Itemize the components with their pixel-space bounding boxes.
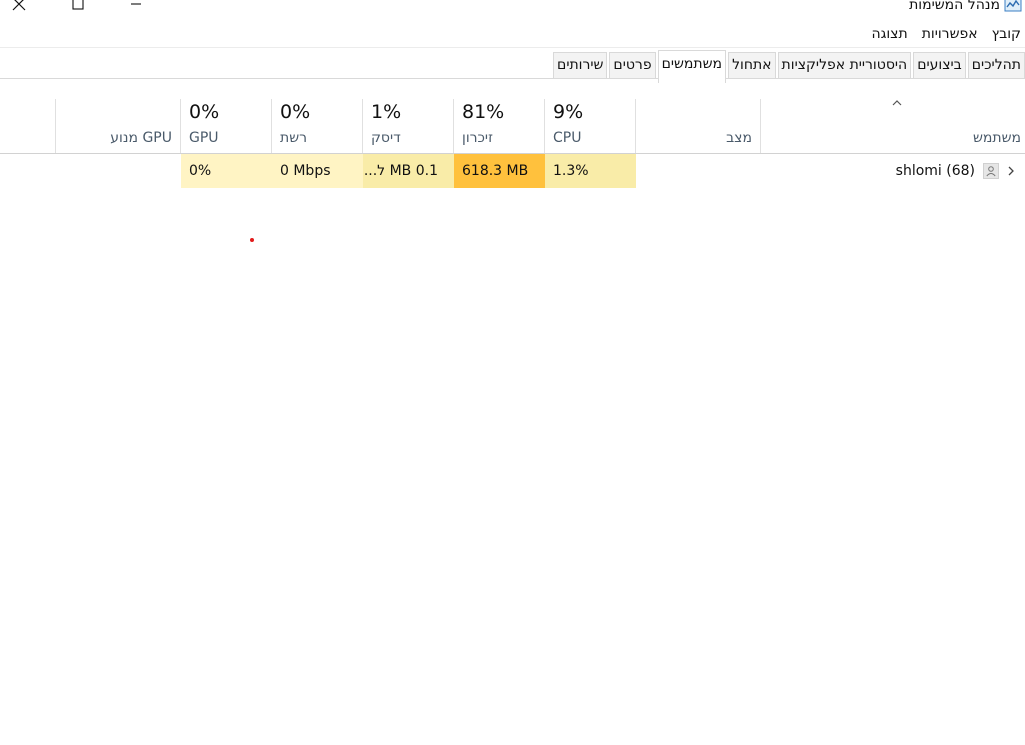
column-header-gpu-engine[interactable]: מנוע GPU bbox=[56, 99, 180, 153]
window-title-area: מנהל המשימות bbox=[909, 0, 1022, 15]
tab-processes[interactable]: תהליכים bbox=[967, 52, 1025, 78]
column-label-gpu-engine: מנוע GPU bbox=[110, 130, 172, 146]
column-label-user: משתמש bbox=[972, 130, 1021, 146]
cursor-marker bbox=[250, 238, 254, 242]
network-cell: 0 Mbps bbox=[272, 154, 363, 188]
column-label-disk: דיסק bbox=[371, 130, 401, 146]
network-total-percent: 0% bbox=[280, 101, 311, 123]
column-header-network[interactable]: 0% רשת bbox=[272, 99, 362, 153]
menu-bar: קובץ אפשרויות תצוגה bbox=[867, 24, 1025, 46]
tab-details[interactable]: פרטים bbox=[609, 52, 656, 78]
menu-file[interactable]: קובץ bbox=[988, 24, 1025, 46]
tab-services[interactable]: שירותים bbox=[553, 52, 608, 78]
menu-options[interactable]: אפשרויות bbox=[918, 24, 982, 46]
tab-startup[interactable]: אתחול bbox=[728, 52, 776, 78]
column-header-status[interactable]: מצב bbox=[636, 99, 760, 153]
disk-total-percent: 1% bbox=[371, 101, 402, 123]
memory-cell: 618.3 MB bbox=[454, 154, 545, 188]
task-manager-icon bbox=[1004, 0, 1022, 12]
memory-total-percent: 81% bbox=[462, 101, 505, 123]
column-label-memory: זיכרון bbox=[462, 130, 493, 146]
gpu-total-percent: 0% bbox=[189, 101, 220, 123]
user-name: shlomi (68) bbox=[895, 163, 975, 179]
gpu-cell: 0% bbox=[181, 154, 272, 188]
close-icon bbox=[12, 0, 26, 11]
close-button[interactable] bbox=[0, 0, 42, 18]
column-header-cpu[interactable]: 9% CPU bbox=[545, 99, 635, 153]
disk-cell: 0.1 MB ל... bbox=[363, 154, 454, 188]
sort-up-icon bbox=[892, 100, 902, 106]
column-header-gpu[interactable]: 0% GPU bbox=[181, 99, 271, 153]
cpu-total-percent: 9% bbox=[553, 101, 584, 123]
tab-strip: תהליכים ביצועים היסטוריית אפליקציות אתחו… bbox=[551, 50, 1025, 83]
maximize-icon bbox=[72, 0, 84, 10]
tab-strip-border bbox=[0, 78, 1025, 79]
column-header-disk[interactable]: 1% דיסק bbox=[363, 99, 453, 153]
column-header-memory[interactable]: 81% זיכרון bbox=[454, 99, 544, 153]
column-label-gpu: GPU bbox=[189, 130, 219, 146]
title-bar: מנהל המשימות bbox=[0, 0, 1025, 22]
window-title: מנהל המשימות bbox=[909, 0, 1000, 13]
maximize-button[interactable] bbox=[55, 0, 101, 18]
column-label-cpu: CPU bbox=[553, 130, 582, 146]
user-cell: shlomi (68) bbox=[896, 161, 1015, 181]
user-icon bbox=[983, 163, 999, 179]
disk-cell-value: 0.1 MB ל... bbox=[363, 163, 438, 179]
tab-users[interactable]: משתמשים bbox=[657, 50, 727, 83]
menu-divider bbox=[0, 47, 1025, 48]
minimize-icon bbox=[131, 3, 141, 5]
cpu-cell: 1.3% bbox=[545, 154, 636, 188]
minimize-button[interactable] bbox=[113, 0, 159, 18]
column-header-user[interactable]: משתמש bbox=[761, 99, 1025, 153]
chevron-right-icon[interactable] bbox=[1007, 165, 1015, 177]
tab-performance[interactable]: ביצועים bbox=[913, 52, 966, 78]
column-label-network: רשת bbox=[280, 130, 308, 146]
tab-app-history[interactable]: היסטוריית אפליקציות bbox=[777, 52, 912, 78]
menu-view[interactable]: תצוגה bbox=[867, 24, 911, 46]
column-label-status: מצב bbox=[726, 130, 752, 146]
